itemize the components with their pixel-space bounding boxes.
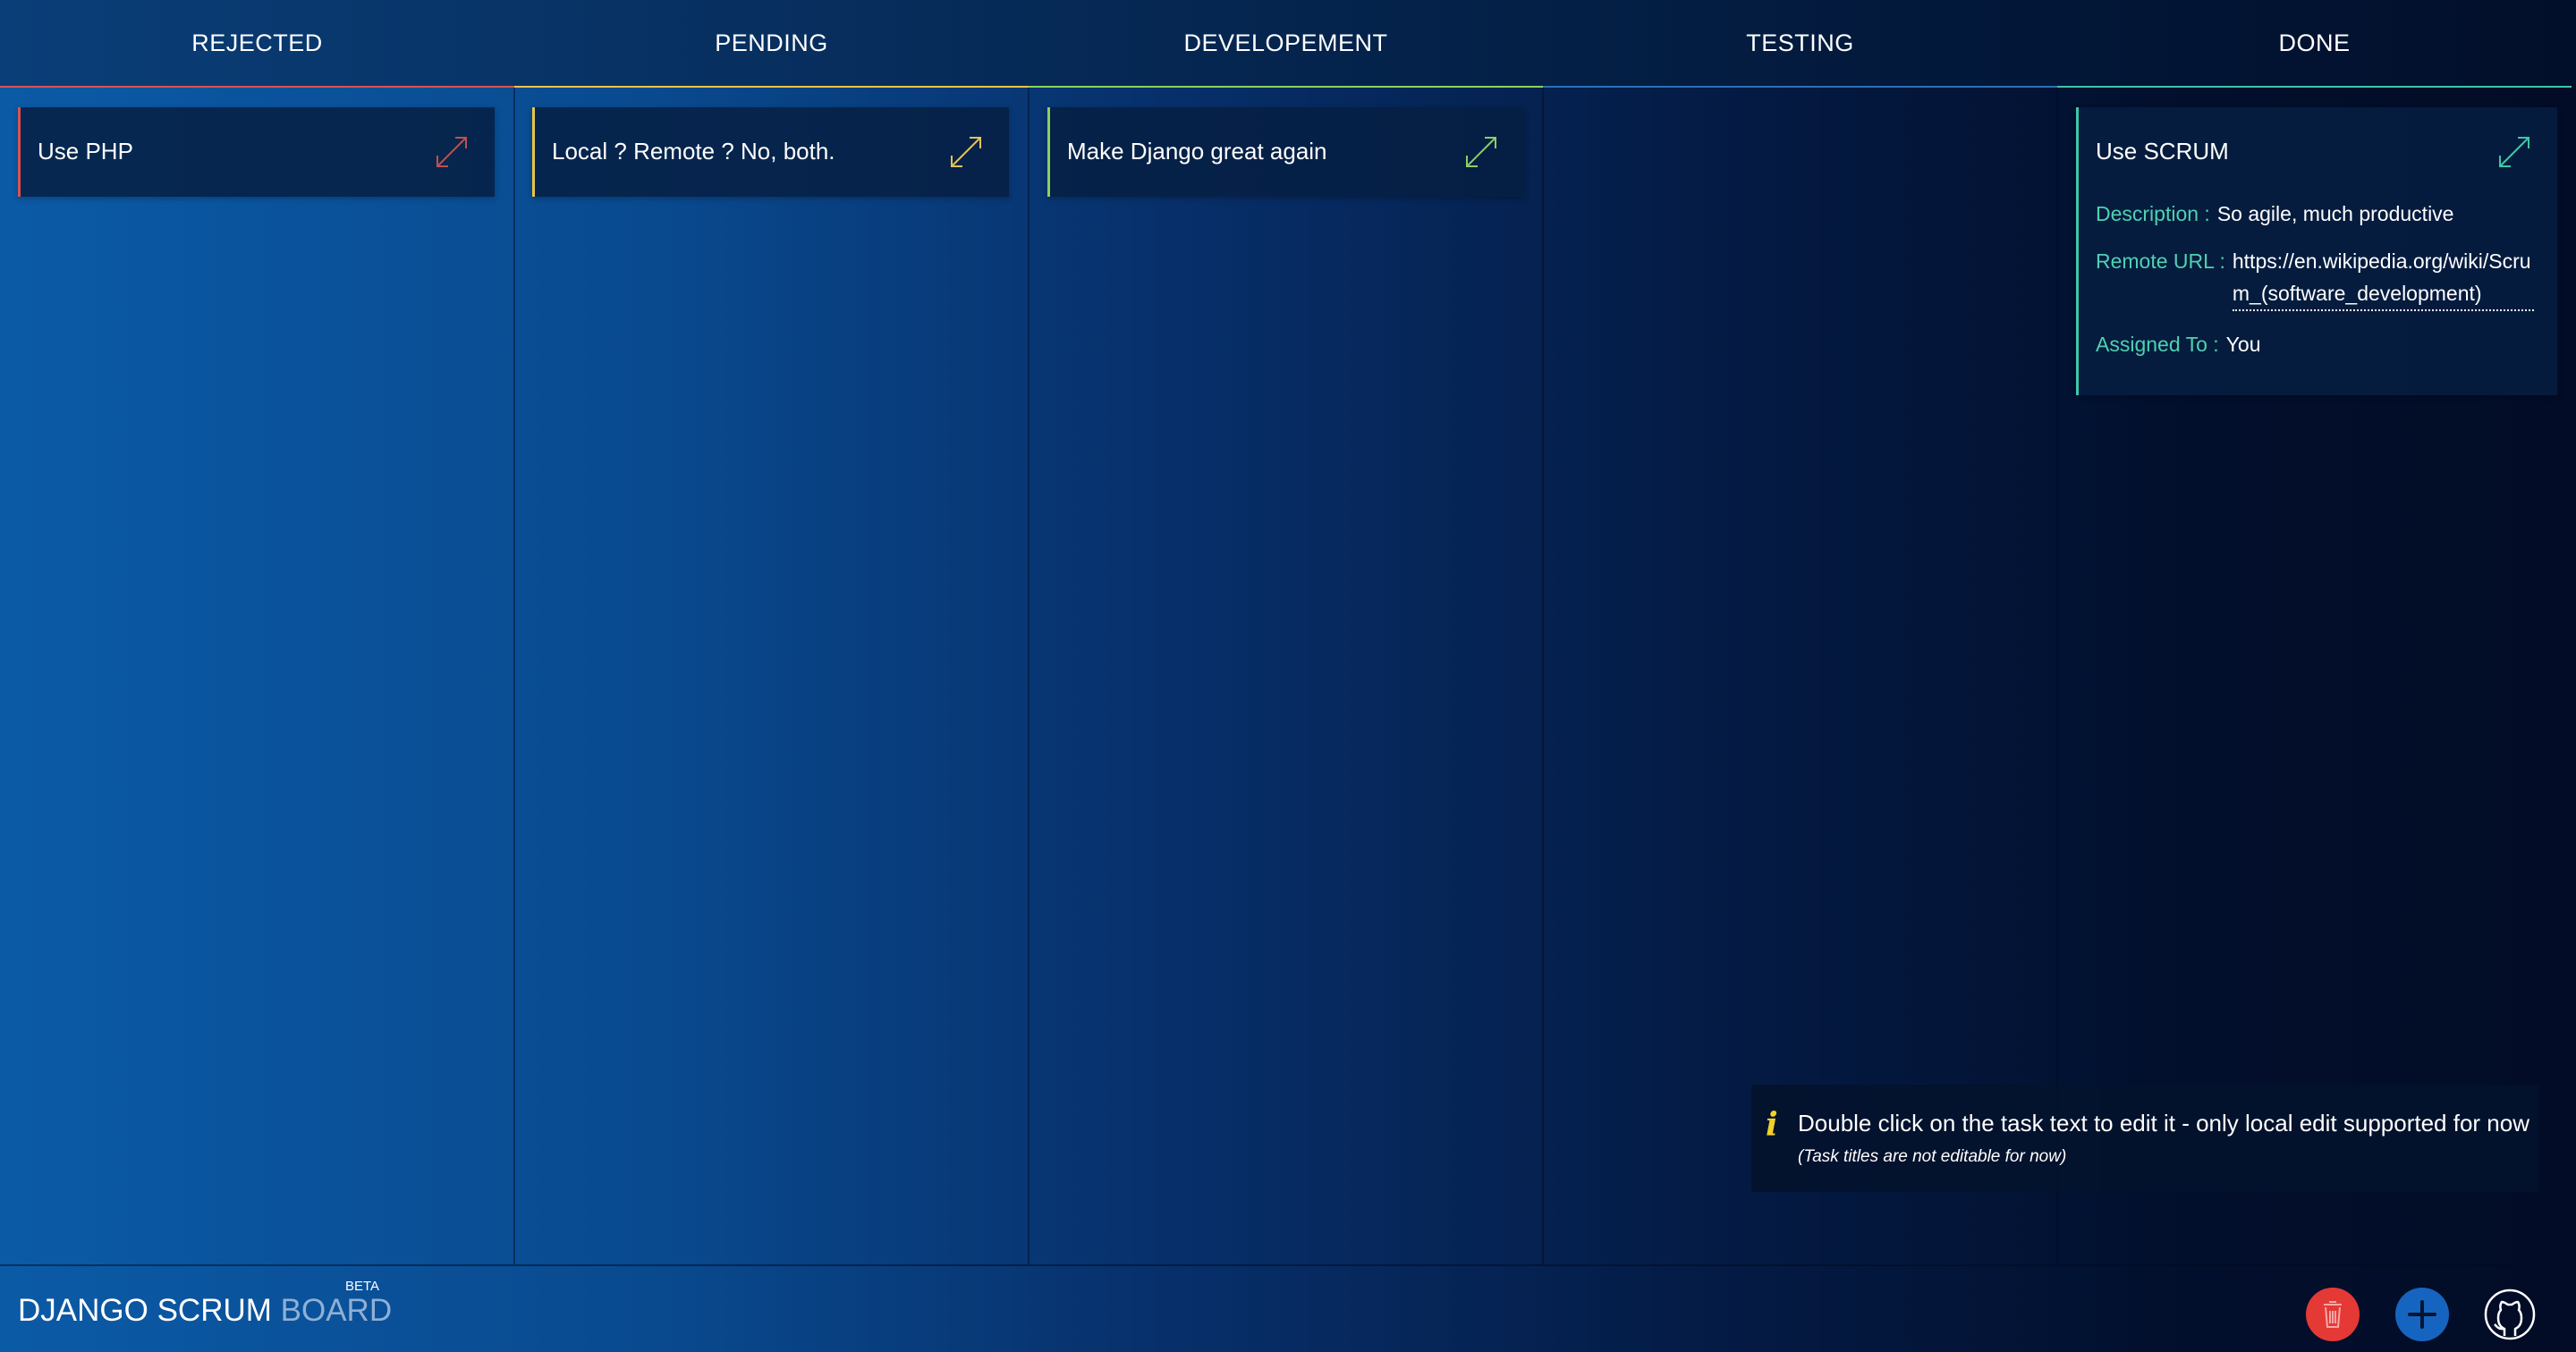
description-value[interactable]: So agile, much productive xyxy=(2217,202,2454,226)
expand-icon[interactable] xyxy=(1462,132,1501,172)
column-divider xyxy=(513,88,515,1264)
column-divider xyxy=(1542,88,1544,1264)
github-button[interactable] xyxy=(2483,1288,2537,1341)
brand-sub: BOARD xyxy=(280,1293,393,1328)
info-icon: i xyxy=(1766,1106,1778,1144)
trash-icon xyxy=(2324,1301,2342,1328)
column-divider xyxy=(1028,88,1030,1264)
task-card-use-scrum[interactable]: Use SCRUM Description : So agile, much p… xyxy=(2076,107,2557,395)
assigned-value[interactable]: You xyxy=(2226,333,2261,357)
column-header-done: DONE xyxy=(2057,0,2572,88)
column-header-label: DONE xyxy=(2278,29,2351,56)
task-title: Use SCRUM xyxy=(2096,138,2229,165)
column-header-label: DEVELOPEMENT xyxy=(1183,29,1388,56)
remote-url-link[interactable]: https://en.wikipedia.org/wiki/Scrum_(sof… xyxy=(2232,245,2534,311)
column-header-label: PENDING xyxy=(715,29,828,56)
description-label: Description : xyxy=(2096,202,2210,225)
remote-url-label: Remote URL : xyxy=(2096,249,2225,273)
footer-bar: DJANGO SCRUM BOARD BETA xyxy=(0,1264,2576,1352)
brand-logo: DJANGO SCRUM BOARD xyxy=(18,1293,392,1329)
delete-button[interactable] xyxy=(2306,1288,2360,1341)
task-card-use-php[interactable]: Use PHP xyxy=(18,107,495,197)
beta-badge: BETA xyxy=(345,1279,380,1294)
task-title: Local ? Remote ? No, both. xyxy=(552,138,835,165)
task-title: Use PHP xyxy=(38,138,133,165)
column-header-developement: DEVELOPEMENT xyxy=(1029,0,1543,88)
expand-icon[interactable] xyxy=(946,132,986,172)
info-notification: i Double click on the task text to edit … xyxy=(1751,1085,2538,1192)
github-icon xyxy=(2484,1289,2536,1340)
column-header-pending: PENDING xyxy=(514,0,1029,88)
task-assigned-row: Assigned To : You xyxy=(2096,333,2260,357)
column-header-label: REJECTED xyxy=(191,29,323,56)
assigned-label: Assigned To : xyxy=(2096,333,2219,356)
info-subtext: (Task titles are not editable for now) xyxy=(1798,1147,2067,1166)
task-card-local-remote[interactable]: Local ? Remote ? No, both. xyxy=(532,107,1009,197)
column-header-label: TESTING xyxy=(1746,29,1854,56)
brand-main: DJANGO SCRUM xyxy=(18,1293,272,1328)
column-header-rejected: REJECTED xyxy=(0,0,514,88)
plus-icon xyxy=(2408,1300,2436,1329)
task-card-make-django[interactable]: Make Django great again xyxy=(1047,107,1524,197)
expand-icon[interactable] xyxy=(432,132,471,172)
task-description-row: Description : So agile, much productive xyxy=(2096,202,2453,226)
expand-icon[interactable] xyxy=(2495,132,2534,172)
task-remote-url-row: Remote URL : https://en.wikipedia.org/wi… xyxy=(2096,245,2534,311)
add-task-button[interactable] xyxy=(2395,1288,2449,1341)
info-text: Double click on the task text to edit it… xyxy=(1798,1110,2529,1137)
column-header-testing: TESTING xyxy=(1543,0,2057,88)
column-header-bar: REJECTED PENDING DEVELOPEMENT TESTING DO… xyxy=(0,0,2576,88)
task-title: Make Django great again xyxy=(1067,138,1327,165)
